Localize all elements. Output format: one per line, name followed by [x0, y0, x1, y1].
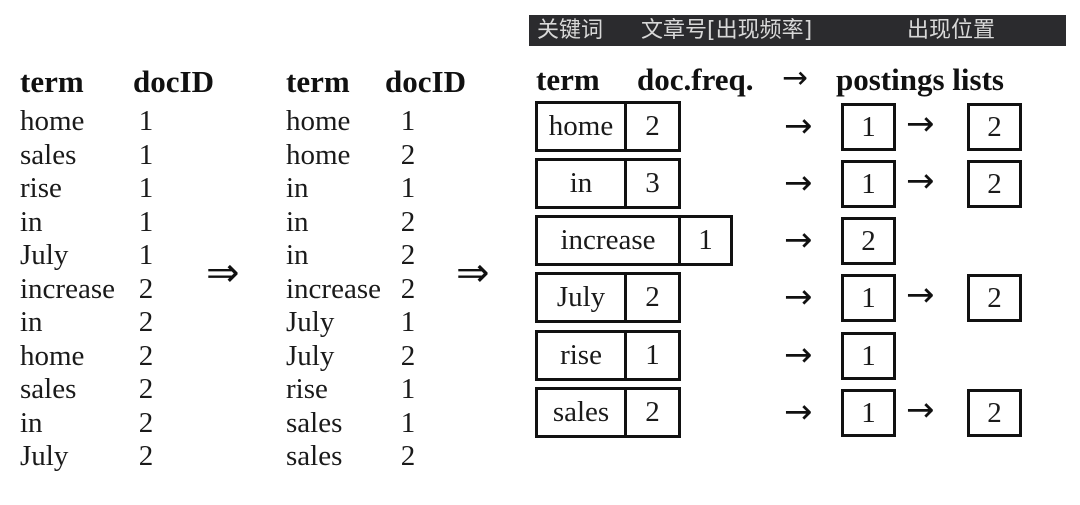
table2-header-docid: docID	[385, 64, 466, 99]
term-cell: in	[20, 406, 43, 439]
term-cell: rise	[20, 172, 62, 204]
document-frequency: 2	[627, 272, 681, 323]
docid-cell: 2	[138, 306, 154, 338]
document-frequency: 3	[627, 158, 681, 209]
dictionary-entry: in 3	[535, 158, 681, 209]
posting-box: 2	[967, 389, 1022, 437]
term-cell: in	[286, 239, 309, 271]
dictionary-entry: rise 1	[535, 330, 681, 381]
dictionary-entry: sales 2	[535, 387, 681, 438]
posting-box: 1	[841, 332, 896, 380]
docid-cell: 2	[400, 205, 416, 238]
term-cell: home	[20, 105, 85, 137]
docid-cell: 2	[138, 406, 154, 439]
posting-box: 1	[841, 274, 896, 322]
posting-box: 1	[841, 160, 896, 208]
dictionary-entry: home 2	[535, 101, 681, 152]
docid-cell: 2	[400, 239, 416, 271]
term-cell: sales	[286, 440, 343, 472]
keyword-label: 关键词	[537, 18, 604, 43]
pointer-arrow-icon: →	[784, 106, 813, 146]
table2-header-term: term	[286, 64, 350, 99]
pointer-arrow-icon: →	[784, 277, 813, 317]
docid-cell: 2	[138, 339, 154, 372]
chinese-header-bar: 关键词 文章号[出现频率] 出现位置	[529, 15, 1066, 46]
term-cell: home	[20, 339, 85, 372]
term-cell: July	[20, 239, 69, 271]
docid-cell: 2	[138, 272, 154, 305]
docid-cell: 1	[138, 138, 154, 171]
dictionary-term: increase	[535, 215, 681, 266]
term-cell: increase	[286, 272, 381, 305]
pointer-arrow-icon: →	[784, 335, 813, 375]
posting-link-arrow-icon: →	[906, 390, 935, 430]
term-cell: home	[286, 105, 351, 137]
term-cell: home	[286, 138, 351, 171]
docid-cell: 2	[138, 373, 154, 405]
position-label: 出现位置	[907, 18, 996, 43]
table-unsorted: term docID home 1 sales 1 rise 1 in 1 July 1 incre…	[20, 64, 230, 494]
document-frequency: 1	[627, 330, 681, 381]
docid-cell: 1	[400, 406, 416, 439]
dictionary-entry: increase 1	[535, 215, 733, 266]
dictionary-entry: July 2	[535, 272, 681, 323]
docid-cell: 1	[400, 306, 416, 338]
dictionary-term: July	[535, 272, 627, 323]
posting-box: 2	[967, 160, 1022, 208]
document-frequency: 1	[681, 215, 733, 266]
index-header-term: term	[536, 62, 600, 97]
posting-box: 2	[967, 103, 1022, 151]
posting-link-arrow-icon: →	[906, 275, 935, 315]
term-cell: increase	[20, 272, 115, 305]
posting-link-arrow-icon: →	[906, 161, 935, 201]
term-cell: sales	[286, 406, 343, 439]
docfreq-label: 文章号[出现频率]	[641, 18, 813, 43]
pointer-arrow-icon: →	[784, 220, 813, 260]
docid-cell: 2	[400, 440, 416, 472]
term-cell: July	[286, 339, 335, 372]
term-cell: sales	[20, 373, 77, 405]
index-header-docfreq: doc.freq.	[637, 62, 754, 97]
docid-cell: 2	[400, 272, 416, 305]
docid-cell: 1	[400, 105, 416, 137]
term-cell: sales	[20, 138, 77, 171]
term-cell: July	[286, 306, 335, 338]
docid-cell: 1	[138, 172, 154, 204]
document-frequency: 2	[627, 387, 681, 438]
dictionary-term: in	[535, 158, 627, 209]
docid-cell: 1	[138, 239, 154, 271]
posting-box: 1	[841, 389, 896, 437]
docid-cell: 2	[400, 138, 416, 171]
index-header-arrow: →	[782, 60, 808, 96]
posting-box: 2	[967, 274, 1022, 322]
docid-cell: 2	[400, 339, 416, 372]
docid-cell: 1	[138, 105, 154, 137]
posting-box: 1	[841, 103, 896, 151]
docid-cell: 1	[138, 205, 154, 238]
transform-arrow-1: ⇒	[206, 250, 240, 296]
transform-arrow-2: ⇒	[456, 250, 490, 296]
term-cell: in	[20, 306, 43, 338]
docid-cell: 2	[138, 440, 154, 472]
posting-link-arrow-icon: →	[906, 104, 935, 144]
term-cell: rise	[286, 373, 328, 405]
docid-cell: 1	[400, 373, 416, 405]
dictionary-term: rise	[535, 330, 627, 381]
table1-header-term: term	[20, 64, 84, 99]
term-cell: July	[20, 440, 69, 472]
posting-box: 2	[841, 217, 896, 265]
term-cell: in	[286, 205, 309, 238]
dictionary-term: home	[535, 101, 627, 152]
document-frequency: 2	[627, 101, 681, 152]
table1-header-docid: docID	[133, 64, 214, 99]
index-header-postings: postings lists	[836, 62, 1004, 97]
term-cell: in	[286, 172, 309, 204]
pointer-arrow-icon: →	[784, 392, 813, 432]
dictionary-term: sales	[535, 387, 627, 438]
docid-cell: 1	[400, 172, 416, 204]
pointer-arrow-icon: →	[784, 163, 813, 203]
term-cell: in	[20, 205, 43, 238]
